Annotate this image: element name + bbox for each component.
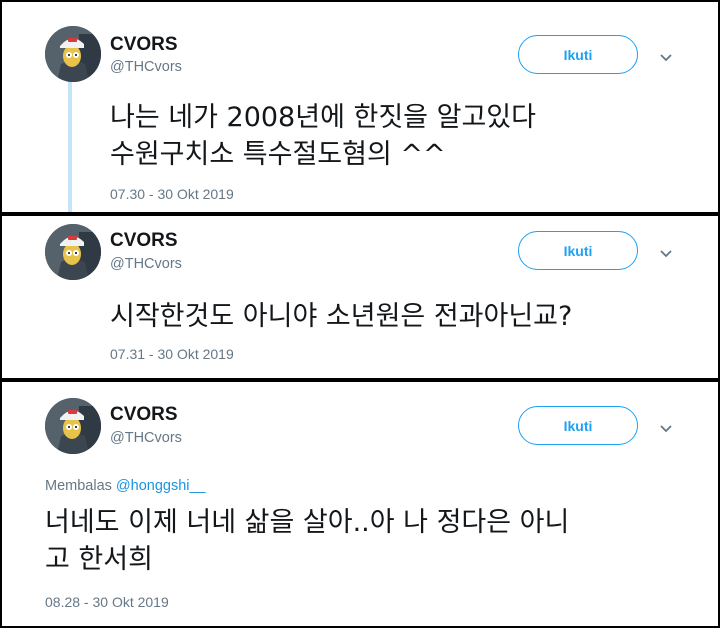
display-name[interactable]: CVORS — [110, 230, 178, 252]
tweet-card-1: CVORS @THCvors Ikuti 나는 네가 2008년에 한짓을 알고… — [2, 2, 718, 212]
thread-line — [68, 72, 72, 212]
follow-button[interactable]: Ikuti — [518, 35, 638, 74]
timestamp[interactable]: 07.31 - 30 Okt 2019 — [110, 346, 234, 362]
follow-button[interactable]: Ikuti — [518, 231, 638, 270]
avatar[interactable] — [45, 26, 101, 82]
chevron-down-icon[interactable] — [658, 49, 674, 65]
tweet-text-line: 너네도 이제 너네 삶을 살아..아 나 정다은 아니 — [45, 507, 570, 538]
chevron-down-icon[interactable] — [658, 245, 674, 261]
display-name[interactable]: CVORS — [110, 404, 178, 426]
reply-context: Membalas @honggshi__ — [45, 478, 206, 494]
tweet-card-2: CVORS @THCvors Ikuti 시작한것도 아니야 소년원은 전과아닌… — [2, 216, 718, 378]
reply-mention-link[interactable]: @honggshi__ — [116, 478, 206, 494]
user-handle[interactable]: @THCvors — [110, 256, 182, 272]
chevron-down-icon[interactable] — [658, 420, 674, 436]
tweet-text-line: 나는 네가 2008년에 한짓을 알고있다 — [110, 102, 536, 133]
reply-prefix: Membalas — [45, 478, 112, 494]
avatar[interactable] — [45, 224, 101, 280]
tweet-text: 너네도 이제 너네 삶을 살아..아 나 정다은 아니 고 한서희 — [45, 504, 569, 578]
tweet-text: 나는 네가 2008년에 한짓을 알고있다 수원구치소 특수절도혐의 ^^ — [110, 99, 536, 173]
timestamp[interactable]: 08.28 - 30 Okt 2019 — [45, 594, 169, 610]
avatar[interactable] — [45, 398, 101, 454]
tweet-text-line: 고 한서희 — [45, 544, 153, 575]
tweet-text-line: 수원구치소 특수절도혐의 ^^ — [110, 139, 446, 170]
avatar-image — [45, 398, 101, 454]
tweet-text-line: 시작한것도 아니야 소년원은 전과아닌교? — [110, 301, 573, 332]
user-handle[interactable]: @THCvors — [110, 59, 182, 75]
avatar-image — [45, 224, 101, 280]
tweet-text: 시작한것도 아니야 소년원은 전과아닌교? — [110, 298, 572, 335]
follow-button[interactable]: Ikuti — [518, 406, 638, 445]
user-handle[interactable]: @THCvors — [110, 430, 182, 446]
display-name[interactable]: CVORS — [110, 34, 178, 56]
avatar-image — [45, 26, 101, 82]
timestamp[interactable]: 07.30 - 30 Okt 2019 — [110, 186, 234, 202]
tweet-card-3: CVORS @THCvors Ikuti Membalas @honggshi_… — [2, 382, 718, 626]
